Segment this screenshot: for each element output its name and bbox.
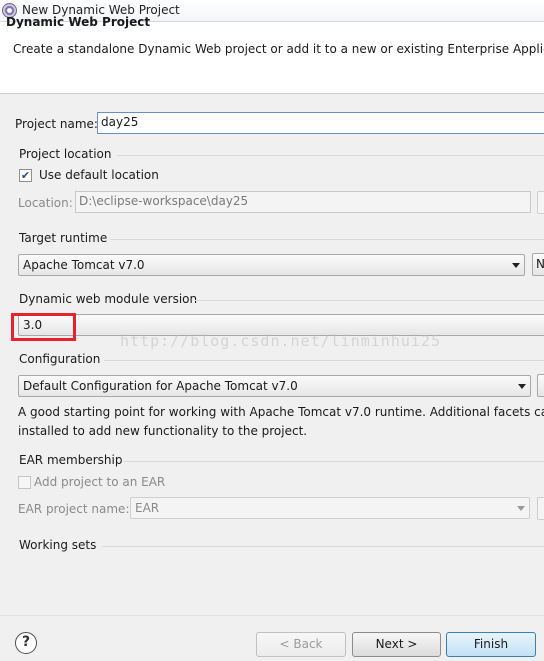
ear-membership-group-label: EAR membership <box>19 453 123 467</box>
page-description: Create a standalone Dynamic Web project … <box>13 42 544 56</box>
add-to-ear-label: Add project to an EAR <box>34 475 166 489</box>
back-button[interactable]: < Back <box>256 632 346 657</box>
chevron-down-icon <box>512 263 520 268</box>
page-title: Dynamic Web Project <box>6 15 151 29</box>
wizard-banner <box>0 22 544 94</box>
location-input[interactable]: D:\eclipse-workspace\day25 <box>75 191 531 213</box>
target-runtime-value: Apache Tomcat v7.0 <box>23 258 145 272</box>
new-ear-project-button[interactable] <box>537 497 544 520</box>
new-runtime-button[interactable]: N <box>532 253 544 276</box>
group-divider <box>124 461 544 462</box>
button-bar-divider <box>0 615 544 616</box>
project-location-group-label: Project location <box>19 147 112 161</box>
chevron-down-icon <box>518 384 526 389</box>
working-sets-group-label: Working sets <box>19 538 97 552</box>
location-label: Location: <box>18 196 73 210</box>
add-to-ear-checkbox[interactable] <box>18 476 31 489</box>
configuration-group-label: Configuration <box>19 352 101 366</box>
target-runtime-group-label: Target runtime <box>19 231 108 245</box>
configuration-description-line2: installed to add new functionality to th… <box>18 424 308 438</box>
group-divider <box>110 239 544 240</box>
chevron-down-icon <box>517 506 525 511</box>
configuration-value: Default Configuration for Apache Tomcat … <box>23 379 298 393</box>
group-divider <box>102 546 544 547</box>
help-icon[interactable]: ? <box>15 632 37 654</box>
ear-project-name-label: EAR project name: <box>18 502 130 516</box>
configuration-description-line1: A good starting point for working with A… <box>18 405 544 419</box>
use-default-location-label: Use default location <box>39 168 159 182</box>
module-version-group-label: Dynamic web module version <box>19 292 198 306</box>
group-divider <box>195 300 544 301</box>
highlight-box <box>11 313 76 341</box>
project-name-input[interactable]: day25 <box>97 112 544 134</box>
group-divider <box>117 155 544 156</box>
modify-configuration-button[interactable] <box>537 374 544 397</box>
configuration-select[interactable]: Default Configuration for Apache Tomcat … <box>18 375 531 397</box>
finish-button[interactable]: Finish <box>446 632 536 657</box>
target-runtime-select[interactable]: Apache Tomcat v7.0 <box>18 254 525 276</box>
group-divider <box>104 360 544 361</box>
browse-location-button[interactable] <box>537 191 544 214</box>
ear-project-select[interactable]: EAR <box>130 497 530 519</box>
watermark-text: http://blog.csdn.net/linminhui25 <box>120 332 441 350</box>
use-default-location-checkbox[interactable]: ✔ <box>19 169 32 182</box>
project-name-label: Project name: <box>15 117 98 131</box>
next-button[interactable]: Next > <box>352 632 441 657</box>
ear-project-value: EAR <box>135 501 160 515</box>
